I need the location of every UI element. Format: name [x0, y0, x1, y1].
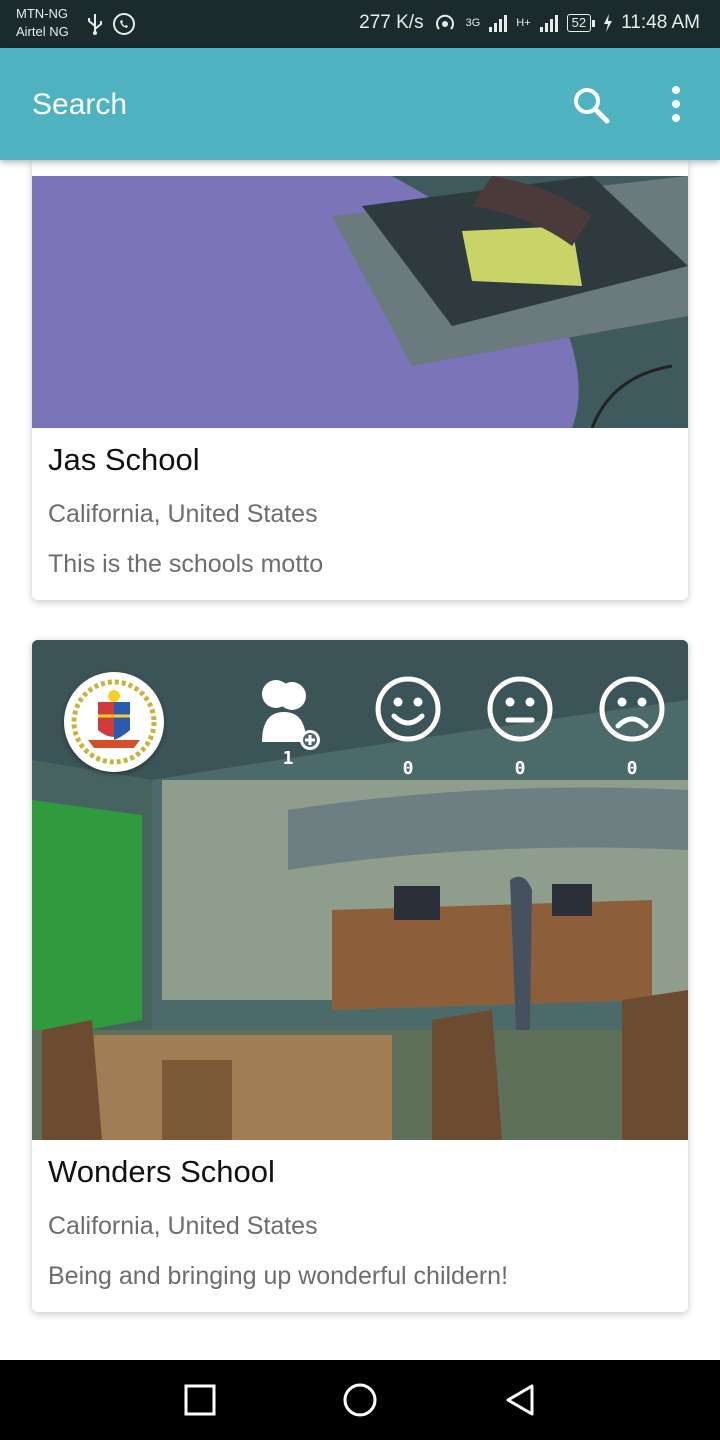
- app-toolbar: Search: [0, 48, 720, 160]
- circle-icon: [343, 1383, 377, 1417]
- neutral-count: 0: [514, 758, 526, 779]
- status-bar: MTN-NG Airtel NG 277 K/s 3G H+ 52 11:48 …: [0, 0, 720, 48]
- school-location: California, United States: [48, 1212, 318, 1240]
- carrier-1: MTN-NG: [16, 6, 68, 21]
- happy-face-icon: [375, 676, 441, 742]
- school-cover-image: [32, 176, 688, 428]
- school-location: California, United States: [48, 500, 318, 528]
- status-right: 277 K/s 3G H+ 52 11:48 AM: [359, 12, 700, 34]
- followers-stat[interactable]: 1: [248, 674, 328, 769]
- battery-level: 52: [566, 14, 592, 32]
- school-motto: This is the schools motto: [48, 550, 324, 578]
- network-type-2: H+: [516, 17, 531, 29]
- happy-count: 0: [402, 758, 414, 779]
- hotspot-icon: [435, 14, 454, 30]
- signal-icon-2: [539, 15, 558, 32]
- whatsapp-icon: [113, 13, 135, 35]
- network-speed: 277 K/s: [359, 12, 424, 33]
- square-icon: [184, 1384, 216, 1416]
- search-button[interactable]: [570, 84, 612, 126]
- school-name: Jas School: [48, 442, 200, 477]
- sad-face-icon: [599, 676, 665, 742]
- battery-indicator: 52: [566, 14, 596, 32]
- more-vert-icon: [672, 86, 680, 122]
- back-button[interactable]: [498, 1378, 542, 1422]
- system-nav-bar: [0, 1360, 720, 1440]
- sad-count: 0: [626, 758, 638, 779]
- followers-count: 1: [282, 748, 294, 769]
- school-name: Wonders School: [48, 1154, 275, 1189]
- neutral-face-icon: [487, 676, 553, 742]
- school-card[interactable]: 1 0 0 0 Wonders School California, Unite…: [32, 640, 688, 1312]
- overflow-menu-button[interactable]: [664, 84, 688, 124]
- signal-icon: [489, 15, 508, 32]
- charging-icon: [604, 14, 613, 32]
- carrier-2: Airtel NG: [16, 24, 69, 39]
- add-follower-icon: [262, 680, 320, 750]
- school-crest-icon: [71, 679, 157, 765]
- toolbar-title: Search: [32, 88, 128, 121]
- school-logo[interactable]: [64, 672, 164, 772]
- carrier-labels: MTN-NG Airtel NG: [16, 5, 69, 41]
- home-button[interactable]: [338, 1378, 382, 1422]
- school-card[interactable]: Jas School California, United States Thi…: [32, 160, 688, 600]
- neutral-rating[interactable]: 0: [480, 674, 560, 779]
- clock: 11:48 AM: [621, 12, 700, 33]
- network-type-1: 3G: [465, 17, 481, 29]
- school-motto: Being and bringing up wonderful childern…: [48, 1262, 509, 1290]
- notification-icons: [86, 12, 136, 36]
- battery-tip: [592, 19, 596, 27]
- sad-rating[interactable]: 0: [592, 674, 672, 779]
- happy-rating[interactable]: 0: [368, 674, 448, 779]
- usb-icon: [88, 14, 102, 35]
- triangle-back-icon: [506, 1384, 534, 1416]
- recents-button[interactable]: [178, 1378, 222, 1422]
- search-icon: [574, 88, 610, 124]
